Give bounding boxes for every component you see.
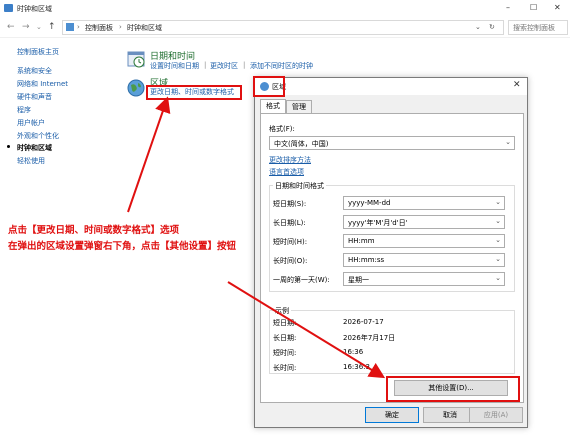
arrow-to-other-settings bbox=[227, 281, 386, 379]
annotation-line-2: 在弹出的区域设置弹窗右下角，点击【其他设置】按钮 bbox=[8, 241, 237, 252]
arrow-to-region-link bbox=[127, 96, 171, 213]
annotation-arrows bbox=[127, 96, 386, 379]
annotation-line-1: 点击【更改日期、时间或数字格式】选项 bbox=[8, 225, 180, 236]
